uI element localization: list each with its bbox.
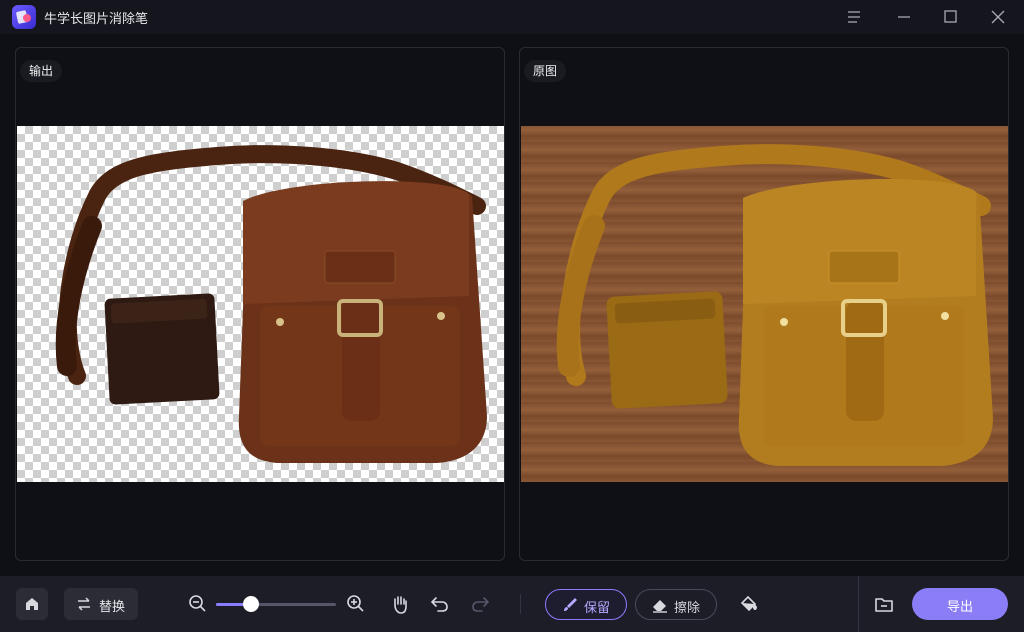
zoom-in-icon [347,595,364,612]
original-image[interactable] [521,126,1008,482]
output-label: 输出 [20,60,63,82]
folder-icon [875,598,893,612]
export-label: 导出 [946,600,973,615]
keep-label: 保留 [584,601,611,616]
erase-button[interactable]: 擦除 [635,589,717,620]
replace-button[interactable]: 替换 [64,588,138,620]
redo-button[interactable] [468,592,492,616]
erase-label: 擦除 [674,601,701,616]
menu-icon[interactable] [843,6,865,28]
app-logo-icon [12,5,36,29]
original-label: 原图 [524,60,567,82]
eraser-icon [653,600,667,613]
hand-tool-button[interactable] [388,592,412,616]
minimize-icon[interactable] [893,6,915,28]
undo-button[interactable] [428,592,452,616]
maximize-icon[interactable] [939,6,961,28]
output-image[interactable] [17,126,504,482]
keep-button[interactable]: 保留 [545,589,627,620]
title-bar: 牛学长图片消除笔 [0,0,1024,34]
zoom-slider-thumb[interactable] [242,596,259,612]
export-button[interactable]: 导出 [912,588,1008,620]
undo-icon [430,597,448,612]
home-button[interactable] [16,588,48,620]
zoom-out-button[interactable] [186,592,210,616]
swap-icon [78,597,90,611]
hand-icon [394,596,407,614]
zoom-in-button[interactable] [344,592,368,616]
close-icon[interactable] [987,6,1009,28]
paint-bucket-icon [740,595,757,612]
replace-label: 替换 [99,600,126,615]
open-folder-button[interactable] [872,592,896,616]
app-title: 牛学长图片消除笔 [44,12,149,27]
original-panel: 原图 [519,47,1009,561]
home-icon [26,598,38,610]
zoom-out-icon [189,595,206,612]
output-panel: 输出 [15,47,505,561]
redo-icon [472,597,490,612]
fill-button[interactable] [737,592,761,616]
brush-icon [564,598,577,611]
bottom-toolbar: 替换 [0,576,1024,632]
